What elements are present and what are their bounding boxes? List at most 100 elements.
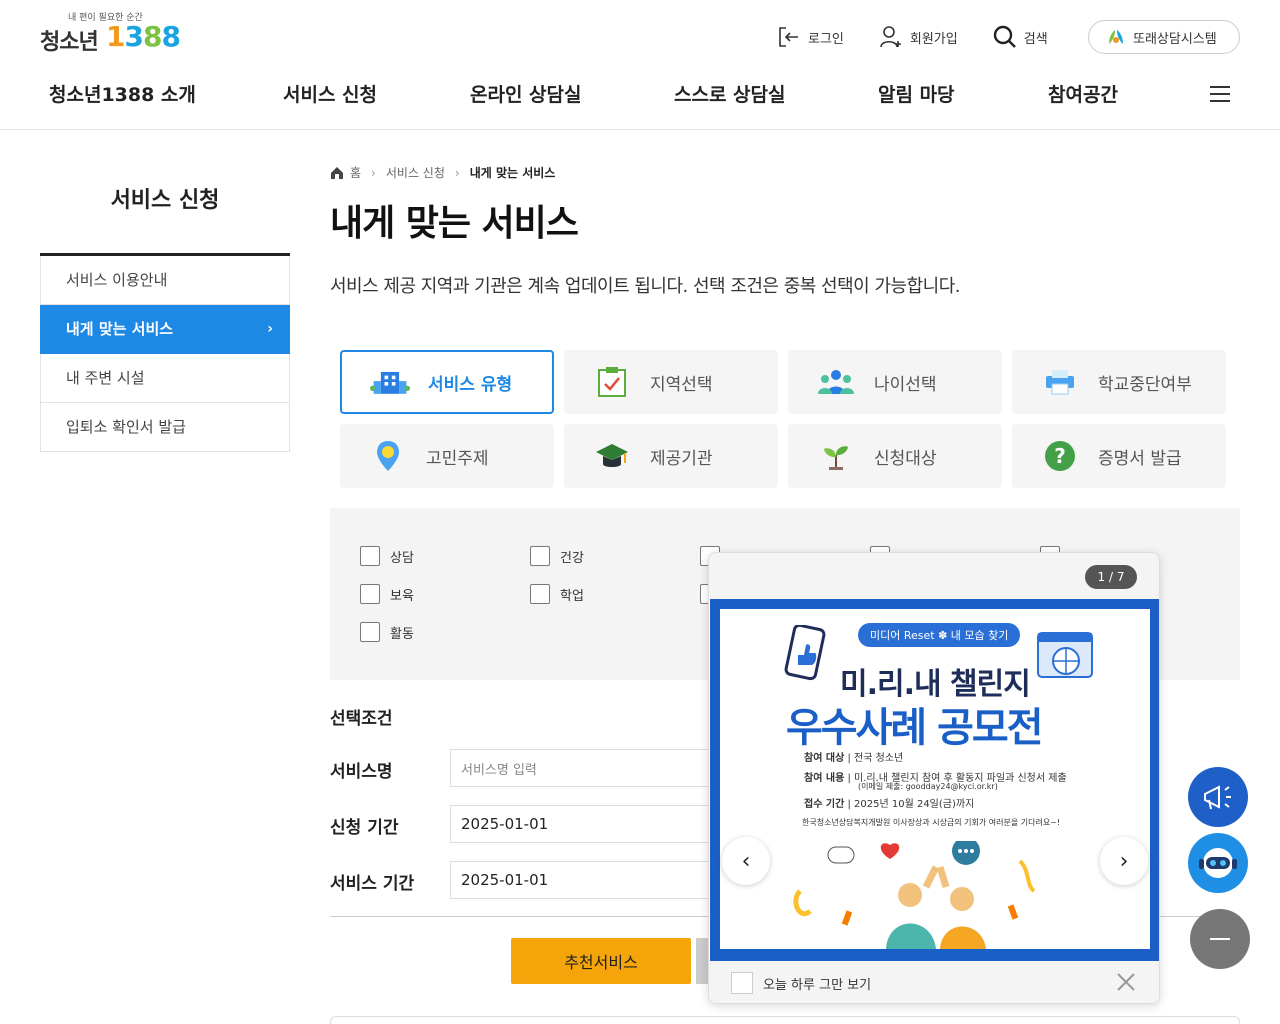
poster-period: 접수 기간 | 2025년 10월 24일(금)까지 <box>804 799 975 810</box>
nav-item-participation[interactable]: 참여공간 <box>1048 80 1118 107</box>
poster-title-2: 우수사례 공모전 <box>786 705 1044 751</box>
poster-illustration <box>793 841 1036 949</box>
sidebar-item-nearby[interactable]: 내 주변 시설 <box>40 354 290 403</box>
tab-concern[interactable]: 고민주제 <box>340 424 554 488</box>
poster-badge: 미디어 Reset ✽ 내 모습 찾기 <box>858 623 1021 647</box>
chevron-right-icon: › <box>1119 848 1129 874</box>
checkbox-box[interactable] <box>360 584 380 604</box>
question-icon: ? <box>1040 438 1080 474</box>
chatbot-icon <box>1199 848 1237 878</box>
chevron-left-icon: ‹ <box>741 848 751 874</box>
sidebar-item-certificate[interactable]: 입퇴소 확인서 발급 <box>40 403 290 452</box>
chatbot-button[interactable] <box>1188 833 1248 893</box>
tab-label: 제공기관 <box>650 448 713 469</box>
minus-icon <box>1210 938 1230 940</box>
apply-period-label: 신청 기간 <box>330 818 399 838</box>
promo-popup: 1 / 7 미디어 Reset ✽ 내 모습 찾기 미.리.내 챌린지 우수사례… <box>708 552 1160 1004</box>
service-name-label: 서비스명 <box>330 762 393 782</box>
people-icon <box>816 364 856 400</box>
main-nav: 청소년1388 소개 서비스 신청 온라인 상담실 스스로 상담실 알림 마당 … <box>0 80 1280 112</box>
chevron-right-icon: › <box>267 321 273 337</box>
tab-label: 고민주제 <box>426 448 489 469</box>
tab-service-type[interactable]: 서비스 유형 <box>340 350 554 414</box>
checklist-icon <box>592 364 632 400</box>
counsel-logo-icon <box>1109 30 1123 44</box>
sidebar-item-guide[interactable]: 서비스 이용안내 <box>40 256 290 305</box>
checkbox-label: 학업 <box>560 588 584 604</box>
popup-poster[interactable]: 미디어 Reset ✽ 내 모습 찾기 미.리.내 챌린지 우수사례 공모전 참… <box>710 599 1159 961</box>
login-link[interactable]: 로그인 <box>776 24 844 50</box>
checkbox-health[interactable]: 건강 <box>530 546 584 566</box>
today-only-checkbox[interactable] <box>731 972 753 994</box>
checkbox-activity[interactable]: 활동 <box>360 622 414 642</box>
checkbox-box[interactable] <box>530 546 550 566</box>
popup-next-button[interactable]: › <box>1100 837 1148 885</box>
nav-item-service[interactable]: 서비스 신청 <box>283 80 377 107</box>
service-period-label: 서비스 기간 <box>330 874 415 894</box>
home-icon <box>331 166 343 179</box>
checkbox-label: 상담 <box>390 550 414 566</box>
tab-label: 학교중단여부 <box>1098 374 1192 395</box>
logo[interactable]: 내 편이 필요한 순간 청소년 1388 <box>40 8 181 60</box>
menu-icon[interactable] <box>1210 86 1230 104</box>
sidebar-item-my-service[interactable]: 내게 맞는 서비스 › <box>40 305 290 354</box>
user-plus-icon <box>880 26 901 48</box>
sidebar-item-label: 서비스 이용안내 <box>66 271 168 289</box>
recommend-button[interactable]: 추천서비스 <box>511 938 691 984</box>
checkbox-counsel[interactable]: 상담 <box>360 546 414 566</box>
megaphone-button[interactable] <box>1188 767 1248 827</box>
tab-label: 지역선택 <box>650 374 713 395</box>
sidebar-item-label: 입퇴소 확인서 발급 <box>66 418 186 436</box>
tab-provider[interactable]: 제공기관 <box>564 424 778 488</box>
popup-footer: 오늘 하루 그만 보기 <box>709 961 1159 1003</box>
printer-icon <box>1040 364 1080 400</box>
svg-text:?: ? <box>1054 444 1066 468</box>
location-pin-icon <box>368 438 408 474</box>
header: 내 편이 필요한 순간 청소년 1388 로그인 회원가입 검색 또래상담시스템… <box>0 0 1280 130</box>
signup-link[interactable]: 회원가입 <box>878 24 958 50</box>
signup-label: 회원가입 <box>909 31 958 47</box>
close-icon[interactable] <box>1115 971 1137 993</box>
nav-item-notice[interactable]: 알림 마당 <box>878 80 955 107</box>
nav-item-about[interactable]: 청소년1388 소개 <box>49 80 196 107</box>
checkbox-childcare[interactable]: 보육 <box>360 584 414 604</box>
collapse-button[interactable] <box>1190 909 1250 969</box>
checkbox-label: 건강 <box>560 550 584 566</box>
peer-counsel-button[interactable]: 또래상담시스템 <box>1088 20 1240 54</box>
popup-header: 1 / 7 <box>709 553 1159 599</box>
popup-prev-button[interactable]: ‹ <box>722 837 770 885</box>
checkbox-box[interactable] <box>360 622 380 642</box>
page-title: 내게 맞는 서비스 <box>330 203 579 244</box>
today-only-label[interactable]: 오늘 하루 그만 보기 <box>763 974 871 993</box>
megaphone-icon <box>1204 785 1231 810</box>
peer-counsel-label: 또래상담시스템 <box>1133 31 1217 47</box>
phone-thumb-icon <box>784 625 826 681</box>
poster-target: 참여 대상 | 전국 청소년 <box>804 753 904 764</box>
poster-email-note: (이메일 제출: goodday24@kyci.or.kr) <box>858 782 998 791</box>
logo-brand: 청소년 <box>40 30 99 55</box>
login-label: 로그인 <box>808 31 844 47</box>
tab-label: 신청대상 <box>874 448 937 469</box>
search-link[interactable]: 검색 <box>992 24 1048 50</box>
search-icon <box>993 25 1016 48</box>
breadcrumb-home[interactable]: 홈 <box>350 164 361 181</box>
checkbox-box[interactable] <box>530 584 550 604</box>
utility-nav: 로그인 회원가입 검색 <box>776 20 1082 54</box>
checkbox-study[interactable]: 학업 <box>530 584 584 604</box>
nav-item-self-counsel[interactable]: 스스로 상담실 <box>674 80 786 107</box>
tab-school-dropout[interactable]: 학교중단여부 <box>1012 350 1226 414</box>
popup-pager: 1 / 7 <box>1085 565 1137 589</box>
checkbox-label: 활동 <box>390 626 414 642</box>
breadcrumb-separator: › <box>371 165 376 180</box>
results-box <box>330 1016 1240 1024</box>
tab-region[interactable]: 지역선택 <box>564 350 778 414</box>
tab-certificate[interactable]: ? 증명서 발급 <box>1012 424 1226 488</box>
breadcrumb-service[interactable]: 서비스 신청 <box>386 164 445 181</box>
tab-label: 증명서 발급 <box>1098 448 1182 469</box>
checkbox-label: 보육 <box>390 588 414 604</box>
checkbox-box[interactable] <box>360 546 380 566</box>
poster-content: 미디어 Reset ✽ 내 모습 찾기 미.리.내 챌린지 우수사례 공모전 참… <box>720 609 1150 949</box>
tab-age[interactable]: 나이선택 <box>788 350 1002 414</box>
tab-target[interactable]: 신청대상 <box>788 424 1002 488</box>
nav-item-online-counsel[interactable]: 온라인 상담실 <box>470 80 582 107</box>
